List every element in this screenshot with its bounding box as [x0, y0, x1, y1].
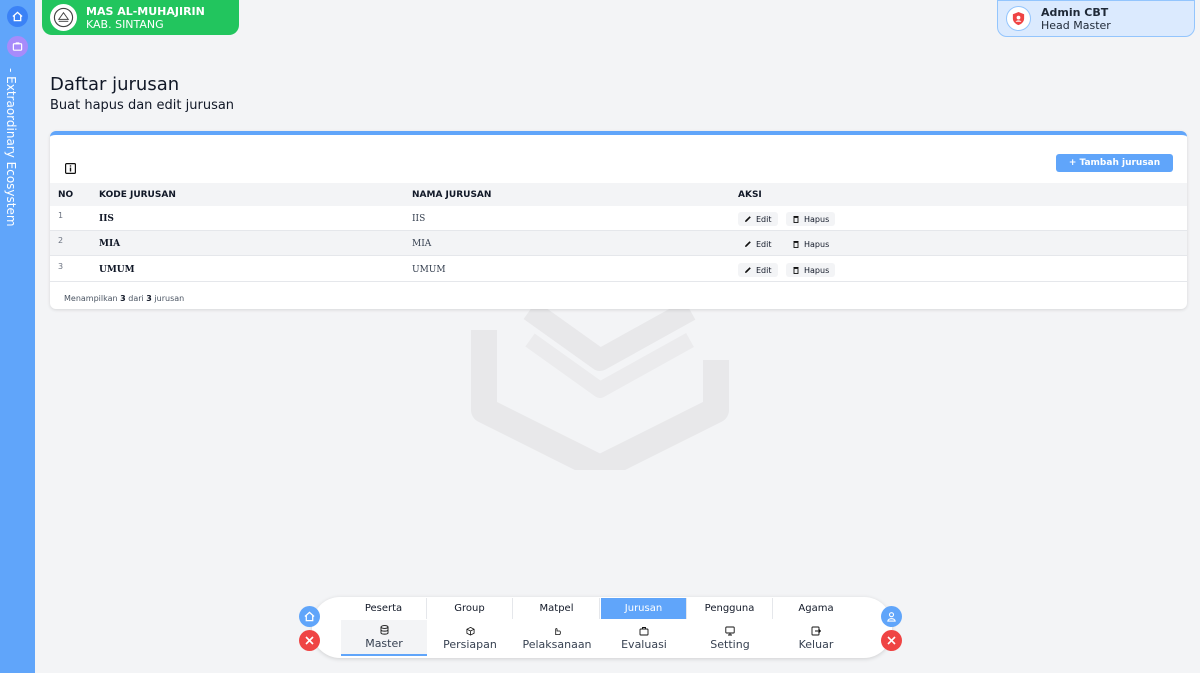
- user-card[interactable]: Admin CBT Head Master: [997, 0, 1195, 37]
- tab-persiapan[interactable]: Persiapan: [427, 620, 513, 656]
- info-icon[interactable]: [65, 159, 77, 178]
- subtab-peserta[interactable]: Peserta: [341, 598, 427, 619]
- nav-close-right-button[interactable]: [881, 630, 902, 651]
- school-header: MAS AL-MUHAJIRIN KAB. SINTANG: [42, 0, 239, 35]
- add-jurusan-button[interactable]: + Tambah jurusan: [1056, 154, 1173, 172]
- user-role: Head Master: [1041, 18, 1111, 32]
- close-icon: [887, 636, 896, 645]
- edit-label: Edit: [756, 239, 772, 249]
- footer-total: 3: [146, 294, 152, 303]
- table-footer: Menampilkan 3 dari 3 jurusan: [64, 294, 184, 303]
- page-title: Daftar jurusan: [50, 74, 180, 95]
- subtab-pengguna[interactable]: Pengguna: [687, 598, 773, 619]
- home-icon[interactable]: [7, 6, 28, 27]
- delete-label: Hapus: [804, 239, 830, 249]
- column-aksi: AKSI: [738, 190, 762, 200]
- briefcase-icon: [639, 626, 649, 635]
- close-icon: [305, 636, 314, 645]
- tab-persiapan-label: Persiapan: [443, 637, 497, 651]
- table-row: 1 IIS IIS Edit Hapus: [50, 206, 1187, 231]
- monitor-icon: [725, 626, 735, 635]
- edit-button[interactable]: Edit: [738, 212, 778, 226]
- nav-home-button[interactable]: [299, 606, 320, 627]
- page-subtitle: Buat hapus dan edit jurusan: [50, 98, 235, 113]
- table-header: NO KODE JURUSAN NAMA JURUSAN AKSI: [50, 183, 1187, 206]
- pencil-icon: [745, 267, 751, 273]
- column-nama: NAMA JURUSAN: [412, 190, 492, 200]
- row-kode: IIS: [99, 214, 114, 224]
- tab-evaluasi-label: Evaluasi: [621, 637, 667, 651]
- delete-button[interactable]: Hapus: [786, 212, 836, 226]
- jurusan-table-card: + Tambah jurusan NO KODE JURUSAN NAMA JU…: [50, 131, 1187, 309]
- database-icon: [380, 624, 388, 635]
- row-no: 3: [58, 262, 64, 271]
- footer-shown: 3: [120, 294, 126, 303]
- nav-close-left-button[interactable]: [299, 630, 320, 651]
- edit-button[interactable]: Edit: [738, 263, 778, 277]
- tab-master-label: Master: [365, 636, 403, 650]
- edit-button[interactable]: Edit: [738, 237, 778, 251]
- tab-keluar[interactable]: Keluar: [773, 620, 859, 656]
- edit-label: Edit: [756, 265, 772, 275]
- pointer-icon: [554, 627, 561, 635]
- user-icon: [887, 612, 896, 622]
- trash-icon: [793, 267, 799, 274]
- row-kode: UMUM: [99, 265, 135, 275]
- table-row: 2 MIA MIA Edit Hapus: [50, 231, 1187, 256]
- user-name: Admin CBT: [1041, 5, 1109, 19]
- trash-icon: [793, 216, 799, 223]
- rail-tagline: - Extraordinary Ecosystem: [4, 68, 18, 227]
- delete-label: Hapus: [804, 265, 830, 275]
- box-icon: [465, 626, 475, 636]
- row-nama: IIS: [412, 214, 426, 224]
- tab-setting-label: Setting: [710, 637, 750, 651]
- table-row: 3 UMUM UMUM Edit Hapus: [50, 257, 1187, 282]
- pencil-icon: [745, 241, 751, 247]
- row-nama: UMUM: [412, 265, 446, 275]
- left-rail: - Extraordinary Ecosystem: [0, 0, 35, 673]
- app-icon[interactable]: [7, 36, 28, 57]
- tab-evaluasi[interactable]: Evaluasi: [601, 620, 687, 656]
- home-icon: [304, 611, 315, 622]
- school-region: KAB. SINTANG: [86, 17, 164, 31]
- delete-label: Hapus: [804, 214, 830, 224]
- nav-user-button[interactable]: [881, 606, 902, 627]
- school-name: MAS AL-MUHAJIRIN: [86, 4, 205, 18]
- edit-label: Edit: [756, 214, 772, 224]
- subtab-jurusan[interactable]: Jurusan: [601, 598, 687, 619]
- subtab-agama[interactable]: Agama: [773, 598, 859, 619]
- user-badge-icon: [1006, 6, 1031, 31]
- row-no: 2: [58, 236, 64, 245]
- column-kode: KODE JURUSAN: [99, 190, 176, 200]
- tab-pelaksanaan[interactable]: Pelaksanaan: [514, 620, 600, 656]
- watermark-logo-icon: [471, 300, 729, 470]
- footer-middle: dari: [128, 294, 144, 303]
- subtab-group[interactable]: Group: [427, 598, 513, 619]
- footer-suffix: jurusan: [154, 294, 185, 303]
- row-no: 1: [58, 211, 64, 220]
- tab-pelaksanaan-label: Pelaksanaan: [522, 637, 592, 651]
- row-nama: MIA: [412, 239, 432, 249]
- tab-setting[interactable]: Setting: [687, 620, 773, 656]
- subtab-matpel[interactable]: Matpel: [514, 598, 600, 619]
- footer-prefix: Menampilkan: [64, 294, 118, 303]
- row-kode: MIA: [99, 239, 121, 249]
- delete-button[interactable]: Hapus: [786, 263, 836, 277]
- tab-master[interactable]: Master: [341, 620, 427, 656]
- logout-icon: [811, 626, 821, 635]
- column-no: NO: [58, 190, 74, 200]
- pencil-icon: [745, 216, 751, 222]
- tab-keluar-label: Keluar: [798, 637, 834, 651]
- delete-button[interactable]: Hapus: [786, 237, 836, 251]
- school-logo-icon: [50, 4, 77, 31]
- trash-icon: [793, 241, 799, 248]
